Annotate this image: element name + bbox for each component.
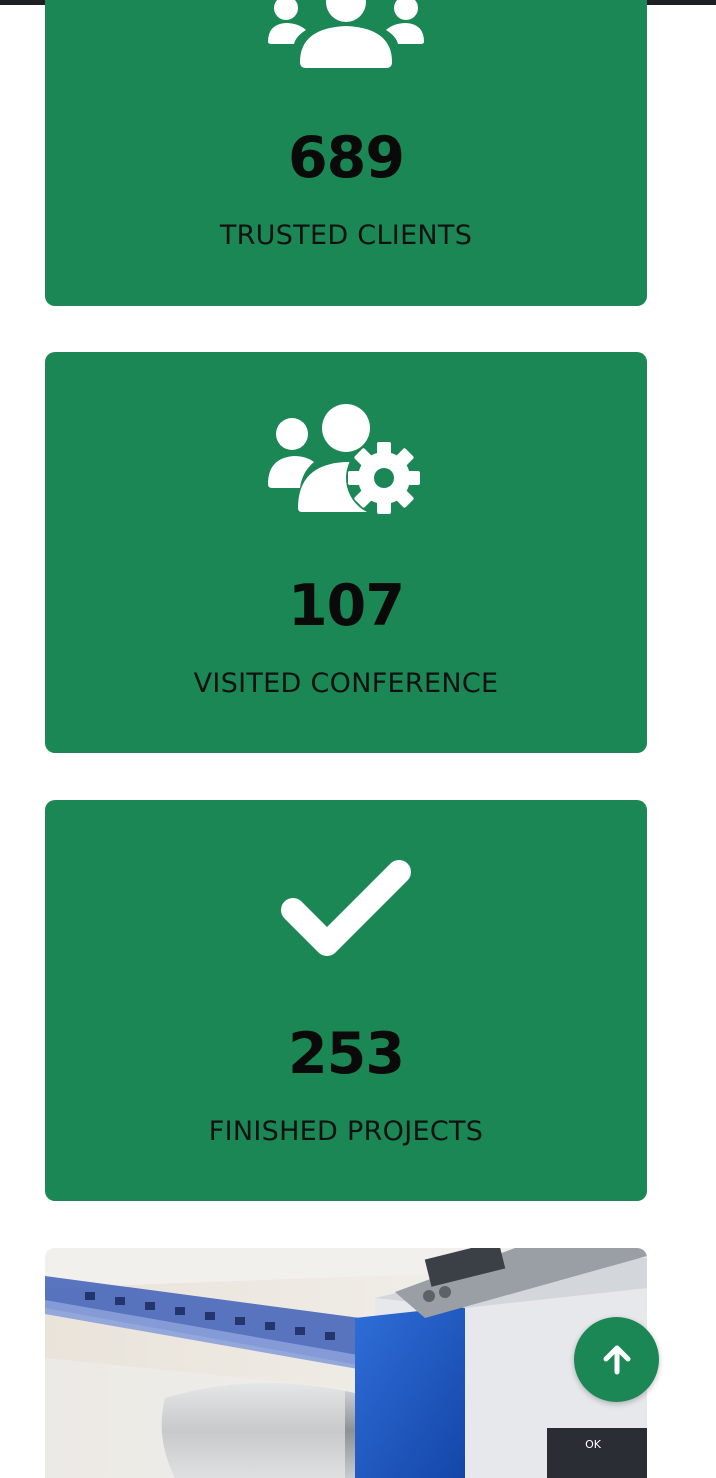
stat-card-finished-projects: 253 FINISHED PROJECTS: [45, 800, 647, 1201]
users-cog-icon: [45, 404, 647, 516]
scroll-to-top-button[interactable]: [574, 1317, 659, 1402]
stat-label: VISITED CONFERENCE: [193, 668, 499, 699]
printer-ok-label: OK: [585, 1438, 602, 1451]
arrow-up-icon: [600, 1343, 634, 1377]
stat-number: 253: [288, 1021, 405, 1087]
stat-label: FINISHED PROJECTS: [208, 1116, 484, 1147]
stat-label: TRUSTED CLIENTS: [219, 220, 473, 251]
check-icon: [45, 858, 647, 958]
stat-card-trusted-clients: 689 TRUSTED CLIENTS: [45, 0, 647, 306]
printer-image: OK: [45, 1248, 647, 1478]
users-icon: [45, 0, 647, 70]
stat-card-visited-conference: 107 VISITED CONFERENCE: [45, 352, 647, 753]
stat-number: 689: [288, 125, 405, 191]
stat-number: 107: [288, 573, 405, 639]
